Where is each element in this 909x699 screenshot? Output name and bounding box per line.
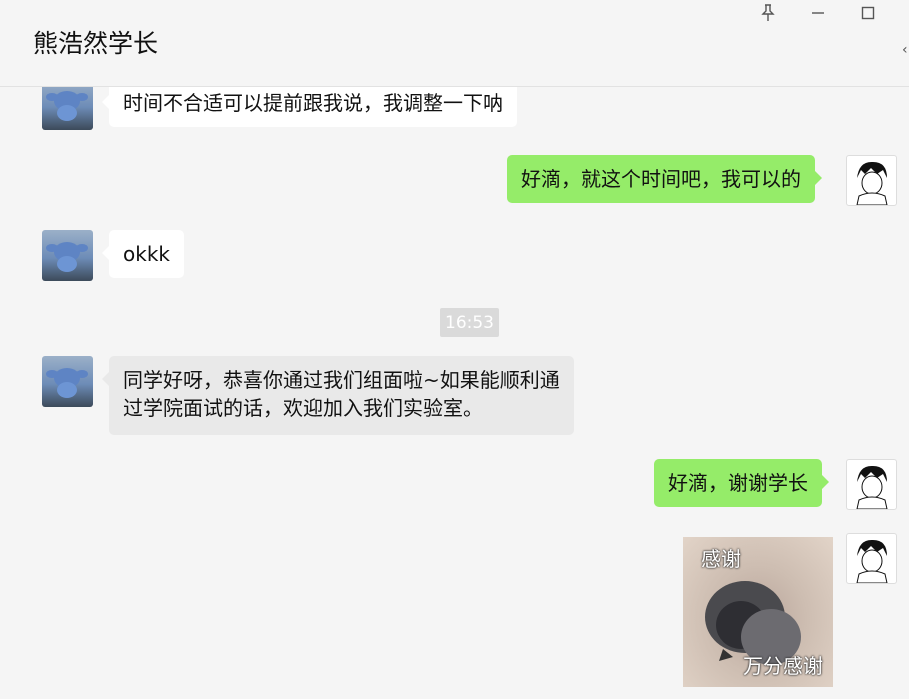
message-list[interactable]: 时间不合适可以提前跟我说，我调整一下呐 好滴，就这个时间吧，我可以的 okkk … [0,87,909,699]
contact-avatar[interactable] [42,87,93,130]
message-line: 过学院面试的话，欢迎加入我们实验室。 [123,396,483,420]
chat-header: 熊浩然学长 ‹ [0,0,909,87]
maximize-icon[interactable] [848,0,888,26]
chevron-left-icon[interactable]: ‹ [902,42,908,58]
user-avatar[interactable] [846,459,897,510]
sticker-caption-top: 感谢 [701,547,741,571]
sticker-caption-bottom: 万分感谢 [743,654,823,678]
chat-title: 熊浩然学长 [33,29,159,58]
user-avatar[interactable] [846,155,897,206]
message-bubble: 好滴，谢谢学长 [654,459,829,507]
contact-avatar[interactable] [42,230,93,281]
message-bubble: 好滴，就这个时间吧，我可以的 [507,155,822,203]
message-bubble: okkk [102,230,184,278]
timestamp-badge: 16:53 [440,308,499,337]
pin-icon[interactable] [748,0,788,26]
minimize-icon[interactable] [798,0,838,26]
message-line: 同学好呀，恭喜你通过我们组面啦~如果能顺利通 [123,368,560,392]
user-avatar[interactable] [846,533,897,584]
message-bubble: 同学好呀，恭喜你通过我们组面啦~如果能顺利通 过学院面试的话，欢迎加入我们实验室… [102,356,574,435]
message-bubble: 时间不合适可以提前跟我说，我调整一下呐 [102,87,517,127]
sticker-image[interactable]: 感谢 万分感谢 [683,537,833,687]
contact-avatar[interactable] [42,356,93,407]
